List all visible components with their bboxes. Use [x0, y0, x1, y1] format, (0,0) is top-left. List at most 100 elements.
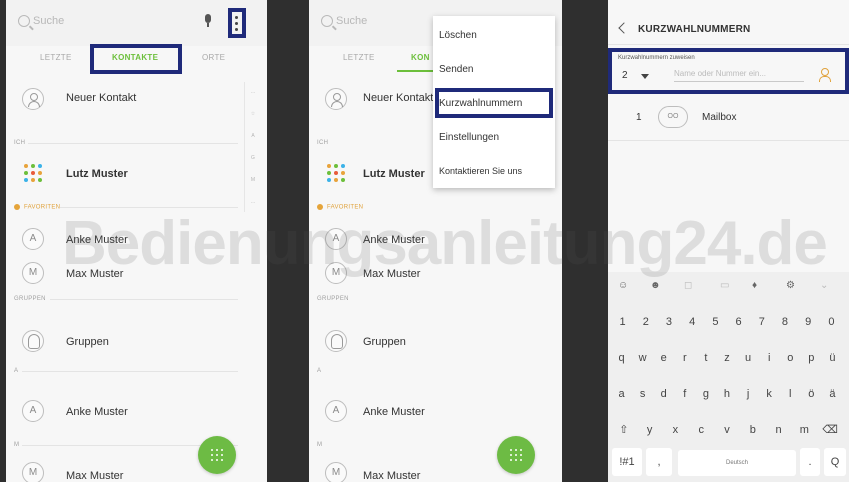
- back-arrow-icon[interactable]: [618, 22, 630, 34]
- contact-avatar: M: [22, 462, 44, 482]
- key-3-6[interactable]: n: [767, 416, 791, 444]
- groups-icon: [325, 330, 347, 352]
- search-key[interactable]: Q: [824, 448, 846, 476]
- key-0-4[interactable]: 5: [705, 308, 726, 336]
- menu-item-contact-us[interactable]: Kontaktieren Sie uns: [439, 166, 522, 176]
- groups-row[interactable]: Gruppen: [6, 330, 267, 358]
- section-header-m: M: [14, 442, 20, 448]
- key-2-0[interactable]: a: [612, 380, 631, 408]
- key-2-9[interactable]: ö: [802, 380, 821, 408]
- key-0-7[interactable]: 8: [774, 308, 795, 336]
- gif-icon[interactable]: ▭: [720, 280, 729, 291]
- more-icon[interactable]: ⌄: [820, 280, 828, 291]
- alphabet-index[interactable]: … ☆ A G M …: [244, 82, 260, 212]
- tab-places[interactable]: ORTE: [202, 53, 225, 62]
- speed-dial-number: 1: [636, 112, 642, 123]
- search-placeholder: Suche: [336, 15, 368, 27]
- key-0-5[interactable]: 6: [728, 308, 749, 336]
- contact-name: Max Muster: [363, 470, 421, 482]
- contact-name: Anke Muster: [66, 406, 128, 418]
- period-key[interactable]: .: [800, 448, 820, 476]
- key-1-5[interactable]: z: [717, 344, 736, 372]
- key-0-9[interactable]: 0: [821, 308, 842, 336]
- contact-row[interactable]: A Anke Muster: [6, 400, 267, 428]
- key-2-5[interactable]: h: [717, 380, 736, 408]
- key-1-7[interactable]: i: [760, 344, 779, 372]
- key-0-2[interactable]: 3: [658, 308, 679, 336]
- sticker-icon[interactable]: ◻: [684, 280, 692, 291]
- contact-avatar: A: [22, 400, 44, 422]
- star-icon: [317, 204, 323, 210]
- divider: [50, 299, 238, 300]
- profile-avatar-icon: [327, 164, 347, 184]
- key-2-10[interactable]: ä: [823, 380, 842, 408]
- space-key[interactable]: Deutsch: [678, 450, 796, 476]
- key-1-6[interactable]: u: [739, 344, 758, 372]
- dialpad-fab[interactable]: [497, 436, 535, 474]
- key-1-1[interactable]: w: [633, 344, 652, 372]
- section-header-m: M: [317, 442, 323, 448]
- key-1-4[interactable]: t: [696, 344, 715, 372]
- menu-item-send[interactable]: Senden: [439, 64, 473, 75]
- divider: [22, 371, 238, 372]
- emoji-icon[interactable]: ☻: [650, 280, 661, 291]
- divider: [28, 143, 238, 144]
- key-3-4[interactable]: v: [715, 416, 739, 444]
- emoji-smiley-icon[interactable]: ☺: [618, 280, 628, 291]
- key-1-3[interactable]: r: [675, 344, 694, 372]
- tab-recent[interactable]: LETZTE: [343, 53, 375, 62]
- section-header-me: ICH: [14, 140, 26, 146]
- key-0-3[interactable]: 4: [682, 308, 703, 336]
- dialpad-fab[interactable]: [198, 436, 236, 474]
- key-1-2[interactable]: e: [654, 344, 673, 372]
- tab-contacts[interactable]: KON: [411, 53, 430, 62]
- favorite-row[interactable]: A Anke Muster: [309, 228, 562, 256]
- key-3-5[interactable]: b: [741, 416, 765, 444]
- mic-icon[interactable]: [204, 14, 212, 27]
- key-2-8[interactable]: l: [781, 380, 800, 408]
- favorite-row[interactable]: A Anke Muster: [6, 228, 267, 256]
- contact-avatar: M: [325, 462, 347, 482]
- favorite-row[interactable]: M Max Muster: [309, 262, 562, 290]
- groups-row[interactable]: Gruppen: [309, 330, 562, 358]
- contact-avatar: A: [325, 400, 347, 422]
- key-3-7[interactable]: m: [792, 416, 816, 444]
- key-0-1[interactable]: 2: [635, 308, 656, 336]
- key-0-8[interactable]: 9: [798, 308, 819, 336]
- key-2-6[interactable]: j: [739, 380, 758, 408]
- key-2-7[interactable]: k: [760, 380, 779, 408]
- key-1-0[interactable]: q: [612, 344, 631, 372]
- new-contact-row[interactable]: Neuer Kontakt: [6, 84, 267, 116]
- groups-label: Gruppen: [66, 336, 109, 348]
- favorite-row[interactable]: M Max Muster: [6, 262, 267, 290]
- key-3-1[interactable]: y: [638, 416, 662, 444]
- key-2-3[interactable]: f: [675, 380, 694, 408]
- key-3-2[interactable]: x: [664, 416, 688, 444]
- key-1-10[interactable]: ü: [823, 344, 842, 372]
- key-1-8[interactable]: o: [781, 344, 800, 372]
- gear-icon[interactable]: ⚙: [786, 280, 795, 291]
- key-2-1[interactable]: s: [633, 380, 652, 408]
- contact-avatar: M: [325, 262, 347, 284]
- contact-row[interactable]: A Anke Muster: [309, 400, 562, 428]
- key-0-0[interactable]: 1: [612, 308, 633, 336]
- highlight-contacts-tab: [90, 44, 182, 74]
- key-3-3[interactable]: c: [689, 416, 713, 444]
- key-3-0[interactable]: ⇧: [612, 416, 636, 444]
- comma-key[interactable]: ,: [646, 448, 672, 476]
- menu-item-delete[interactable]: Löschen: [439, 30, 477, 41]
- key-1-9[interactable]: p: [802, 344, 821, 372]
- key-2-4[interactable]: g: [696, 380, 715, 408]
- tab-recent[interactable]: LETZTE: [40, 53, 72, 62]
- symbols-key[interactable]: !#1: [612, 448, 642, 476]
- menu-item-settings[interactable]: Einstellungen: [439, 132, 499, 143]
- section-header-groups: GRUPPEN: [14, 296, 46, 302]
- search-icon: [321, 15, 333, 27]
- me-contact-name: Lutz Muster: [66, 168, 128, 180]
- key-2-2[interactable]: d: [654, 380, 673, 408]
- key-0-6[interactable]: 7: [751, 308, 772, 336]
- mic-icon[interactable]: ♦: [752, 280, 757, 291]
- active-tab-indicator: [397, 70, 433, 72]
- me-contact-row[interactable]: Lutz Muster: [6, 158, 267, 190]
- key-3-8[interactable]: ⌫: [818, 416, 842, 444]
